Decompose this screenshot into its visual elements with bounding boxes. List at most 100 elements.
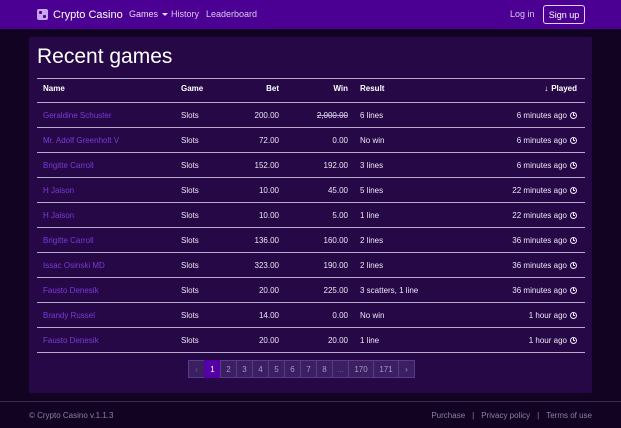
player-name-link[interactable]: Brigitte Carroll xyxy=(43,236,94,245)
result-cell: 6 lines xyxy=(360,111,384,120)
pagination-page-5[interactable]: 5 xyxy=(268,360,285,378)
table-row: Brigitte Carroll Slots 136.00 160.00 2 lines… xyxy=(37,228,585,253)
played-cell: 6 minutes ago xyxy=(517,136,577,145)
nav-leaderboard-link[interactable]: Leaderboard xyxy=(206,9,257,19)
player-name-link[interactable]: Brigitte Carroll xyxy=(43,161,94,170)
table-row: H Jaison Slots 10.00 45.00 5 lines 22 minutes… xyxy=(37,178,585,203)
played-time: 6 minutes ago xyxy=(516,161,567,170)
win-cell: 0.00 xyxy=(332,136,348,145)
result-cell: 1 line xyxy=(360,336,380,345)
header-played-label: Played xyxy=(551,84,577,93)
clock-icon xyxy=(570,262,577,269)
footer-link-purchase[interactable]: Purchase xyxy=(431,411,465,420)
nav-history-link[interactable]: History xyxy=(171,9,199,19)
win-cell: 2,000.00 xyxy=(316,111,348,120)
played-cell: 6 minutes ago xyxy=(517,111,577,120)
pagination-page-4[interactable]: 4 xyxy=(252,360,269,378)
pagination-prev[interactable]: ‹ xyxy=(188,360,205,378)
page-title: Recent games xyxy=(37,45,173,68)
played-cell: 1 hour ago xyxy=(529,311,577,320)
nav-games-label: Games xyxy=(129,9,159,19)
win-cell: 190.00 xyxy=(323,261,348,270)
player-name-link[interactable]: Mr. Adolf Greenholt V xyxy=(43,136,119,145)
win-cell: 160.00 xyxy=(323,236,348,245)
table-row: Fausto Denesik Slots 20.00 20.00 1 line 1 hou… xyxy=(37,328,585,353)
table-row: Issac Osinski MD Slots 323.00 190.00 2 lines… xyxy=(37,253,585,278)
bet-cell: 200.00 xyxy=(254,111,279,120)
result-cell: No win xyxy=(360,136,385,145)
footer-separator: | xyxy=(472,411,475,420)
game-cell: Slots xyxy=(181,311,199,320)
played-time: 36 minutes ago xyxy=(512,286,567,295)
clock-icon xyxy=(570,312,577,319)
signup-button[interactable]: Sign up xyxy=(543,5,585,24)
bet-cell: 14.00 xyxy=(258,311,279,320)
player-name-link[interactable]: Brandy Russel xyxy=(43,311,95,320)
pagination-next[interactable]: › xyxy=(398,360,415,378)
played-cell: 36 minutes ago xyxy=(512,286,577,295)
header-bet[interactable]: Bet xyxy=(266,84,279,93)
footer-copyright: © Crypto Casino v.1.1.3 xyxy=(29,411,114,420)
pagination: ‹ 1 2 3 4 5 6 7 8 ... 170 171 › xyxy=(188,360,415,378)
player-name-link[interactable]: H Jaison xyxy=(43,211,74,220)
table-row: Brigitte Carroll Slots 152.00 192.00 3 lines… xyxy=(37,153,585,178)
game-cell: Slots xyxy=(181,211,199,220)
played-time: 1 hour ago xyxy=(528,336,567,345)
clock-icon xyxy=(570,187,577,194)
footer-link-terms[interactable]: Terms of use xyxy=(546,411,592,420)
brand-link[interactable]: Crypto Casino xyxy=(37,6,123,23)
played-cell: 36 minutes ago xyxy=(512,261,577,270)
login-link[interactable]: Log in xyxy=(510,9,535,19)
pagination-page-1[interactable]: 1 xyxy=(204,360,221,378)
pagination-page-170[interactable]: 170 xyxy=(348,360,374,378)
pagination-page-171[interactable]: 171 xyxy=(373,360,399,378)
win-cell: 192.00 xyxy=(323,161,348,170)
footer-divider xyxy=(0,401,621,402)
table-row: Brandy Russel Slots 14.00 0.00 No win 1 hour … xyxy=(37,303,585,328)
clock-icon xyxy=(570,337,577,344)
game-cell: Slots xyxy=(181,261,199,270)
brand-name: Crypto Casino xyxy=(53,8,123,21)
played-time: 22 minutes ago xyxy=(512,186,567,195)
player-name-link[interactable]: Issac Osinski MD xyxy=(43,261,105,270)
win-cell: 20.00 xyxy=(327,336,348,345)
header-game[interactable]: Game xyxy=(181,84,203,93)
played-cell: 1 hour ago xyxy=(529,336,577,345)
played-time: 6 minutes ago xyxy=(516,136,567,145)
result-cell: 3 scatters, 1 line xyxy=(360,286,419,295)
played-cell: 36 minutes ago xyxy=(512,236,577,245)
bet-cell: 152.00 xyxy=(254,161,279,170)
pagination-page-6[interactable]: 6 xyxy=(284,360,301,378)
game-cell: Slots xyxy=(181,186,199,195)
table-top-border xyxy=(37,78,585,79)
played-time: 1 hour ago xyxy=(528,311,567,320)
header-played[interactable]: ↓ Played xyxy=(544,84,577,93)
clock-icon xyxy=(570,137,577,144)
footer-separator: | xyxy=(537,411,540,420)
header-name[interactable]: Name xyxy=(43,84,65,93)
clock-icon xyxy=(570,237,577,244)
pagination-page-8[interactable]: 8 xyxy=(316,360,333,378)
table-row: Fausto Denesik Slots 20.00 225.00 3 scatters… xyxy=(37,278,585,303)
nav-games-dropdown[interactable]: Games xyxy=(129,9,169,19)
player-name-link[interactable]: H Jaison xyxy=(43,186,74,195)
game-cell: Slots xyxy=(181,161,199,170)
sort-down-arrow-icon: ↓ xyxy=(544,84,549,93)
player-name-link[interactable]: Fausto Denesik xyxy=(43,336,99,345)
win-cell: 45.00 xyxy=(327,186,348,195)
bet-cell: 20.00 xyxy=(258,286,279,295)
player-name-link[interactable]: Fausto Denesik xyxy=(43,286,99,295)
header-result[interactable]: Result xyxy=(360,84,384,93)
footer-link-privacy[interactable]: Privacy policy xyxy=(481,411,530,420)
pagination-page-2[interactable]: 2 xyxy=(220,360,237,378)
pagination-ellipsis: ... xyxy=(332,360,349,378)
game-cell: Slots xyxy=(181,111,199,120)
table-row: Geraldine Schuster Slots 200.00 2,000.00 6 l… xyxy=(37,103,585,128)
bet-cell: 72.00 xyxy=(258,136,279,145)
header-win[interactable]: Win xyxy=(333,84,348,93)
player-name-link[interactable]: Geraldine Schuster xyxy=(43,111,111,120)
table-row: H Jaison Slots 10.00 5.00 1 line 22 minutes a… xyxy=(37,203,585,228)
pagination-page-7[interactable]: 7 xyxy=(300,360,317,378)
caret-down-icon xyxy=(162,12,169,16)
pagination-page-3[interactable]: 3 xyxy=(236,360,253,378)
